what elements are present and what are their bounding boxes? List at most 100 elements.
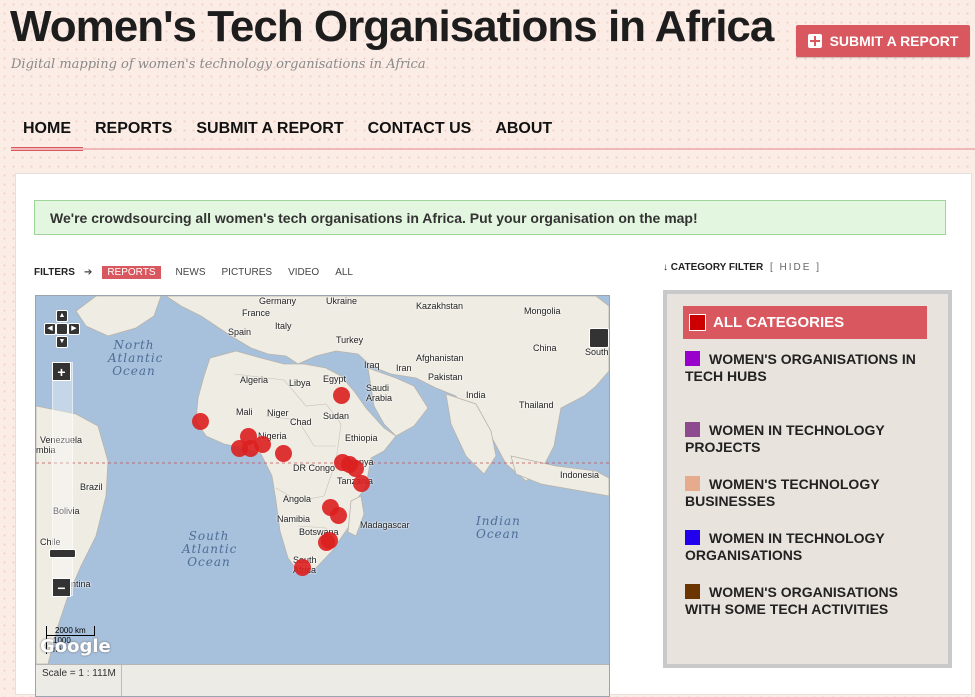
category-filter-hide[interactable]: [ HIDE ]	[770, 262, 821, 273]
category-swatch-tech-businesses	[685, 476, 700, 491]
map-label-algeria: Algeria	[240, 375, 269, 385]
category-swatch-tech-organisations	[685, 530, 700, 545]
pan-left-icon[interactable]: ◀	[44, 323, 56, 335]
ocean-label-indian: Indian Ocean	[476, 514, 521, 541]
zoom-out-button[interactable]: −	[52, 578, 71, 597]
category-label: WOMEN IN TECHNOLOGY PROJECTS	[685, 422, 885, 455]
reports-map[interactable]: Germany Ukraine Kazakhstan France Italy …	[35, 295, 610, 697]
ocean-label-north-atlantic: North Atlantic Ocean	[108, 338, 164, 378]
category-filter-title: CATEGORY FILTER	[670, 262, 764, 273]
map-label-thailand: Thailand	[519, 400, 554, 410]
map-label-ethiopia: Ethiopia	[345, 433, 378, 443]
report-marker[interactable]	[330, 507, 347, 524]
map-label-kazakhstan: Kazakhstan	[416, 301, 464, 311]
category-filter-panel: ALL CATEGORIES WOMEN'S ORGANISATIONS IN …	[663, 290, 952, 668]
map-label-sudan: Sudan	[323, 411, 350, 421]
map-label-iraq: Iraq	[364, 360, 380, 370]
zoom-in-button[interactable]: +	[52, 362, 71, 381]
map-label-india: India	[466, 390, 486, 400]
nav-divider	[11, 148, 975, 150]
map-label-dr-congo: DR Congo	[293, 463, 336, 473]
report-marker[interactable]	[294, 559, 311, 576]
report-marker[interactable]	[275, 445, 292, 462]
map-scale-text: Scale = 1 : 111M	[42, 668, 116, 679]
category-tech-projects[interactable]: WOMEN IN TECHNOLOGY PROJECTS	[685, 422, 929, 456]
map-label-ukraine: Ukraine	[326, 296, 358, 306]
submit-report-button[interactable]: SUBMIT A REPORT	[796, 25, 970, 57]
nav-contact-us[interactable]: CONTACT US	[356, 111, 484, 142]
google-logo: Google	[40, 636, 111, 657]
arrow-down-icon: ↓	[663, 262, 668, 273]
category-swatch-tech-hubs	[685, 351, 700, 366]
category-label: WOMEN IN TECHNOLOGY ORGANISATIONS	[685, 530, 885, 563]
filters-bar: FILTERS ➔ REPORTS NEWS PICTURES VIDEO AL…	[34, 266, 369, 279]
map-label-niger: Niger	[267, 408, 289, 418]
submit-report-label: SUBMIT A REPORT	[829, 33, 959, 49]
map-label-turkey: Turkey	[336, 335, 364, 345]
map-label-egypt: Egypt	[323, 374, 347, 384]
nav-about[interactable]: ABOUT	[483, 111, 564, 142]
map-label-brazil: Brazil	[80, 482, 103, 492]
category-swatch-some-tech-activities	[685, 584, 700, 599]
map-label-germany: Germany	[259, 296, 297, 306]
report-marker[interactable]	[192, 413, 209, 430]
report-marker[interactable]	[333, 387, 350, 404]
category-swatch-tech-projects	[685, 422, 700, 437]
map-label-indonesia: Indonesia	[560, 470, 600, 480]
category-label: WOMEN'S ORGANISATIONS IN TECH HUBS	[685, 351, 916, 384]
site-tagline: Digital mapping of women's technology or…	[11, 57, 426, 72]
filter-reports[interactable]: REPORTS	[102, 266, 161, 279]
crowdsourcing-notice: We're crowdsourcing all women's tech org…	[34, 200, 946, 235]
map-label-madagascar: Madagascar	[360, 520, 410, 530]
pan-control[interactable]: ▲ ◀ ▶ ▼	[44, 310, 80, 350]
category-tech-organisations[interactable]: WOMEN IN TECHNOLOGY ORGANISATIONS	[685, 530, 929, 564]
pan-center-icon[interactable]	[56, 323, 68, 335]
plus-icon	[807, 34, 822, 48]
map-label-angola: Angola	[283, 494, 312, 504]
category-tech-businesses[interactable]: WOMEN'S TECHNOLOGY BUSINESSES	[685, 476, 929, 510]
map-label-iran: Iran	[396, 363, 412, 373]
main-nav: HOME REPORTS SUBMIT A REPORT CONTACT US …	[11, 111, 564, 151]
ocean-label-south-atlantic: South Atlantic Ocean	[182, 529, 238, 569]
category-label: ALL CATEGORIES	[713, 314, 845, 331]
pan-up-icon[interactable]: ▲	[56, 310, 68, 322]
arrow-right-icon: ➔	[83, 267, 93, 278]
map-label-afghanistan: Afghanistan	[416, 353, 464, 363]
map-label-italy: Italy	[275, 321, 292, 331]
report-marker[interactable]	[341, 456, 358, 473]
nav-reports[interactable]: REPORTS	[83, 111, 184, 142]
report-marker[interactable]	[353, 475, 370, 492]
report-marker[interactable]	[254, 436, 271, 453]
map-footer-divider	[121, 665, 122, 696]
filter-video[interactable]: VIDEO	[288, 267, 319, 278]
map-label-china: China	[533, 343, 557, 353]
filter-all[interactable]: ALL	[335, 267, 353, 278]
site-title[interactable]: Women's Tech Organisations in Africa	[10, 2, 774, 52]
map-label-saudi-arabia: Saudi Arabia	[366, 383, 393, 403]
zoom-slider-handle[interactable]	[49, 549, 76, 558]
category-swatch-all	[689, 314, 706, 331]
category-tech-hubs[interactable]: WOMEN'S ORGANISATIONS IN TECH HUBS	[685, 351, 929, 385]
main-content: We're crowdsourcing all women's tech org…	[15, 173, 972, 697]
layer-switcher-icon[interactable]	[589, 328, 609, 348]
pan-down-icon[interactable]: ▼	[56, 336, 68, 348]
map-label-south-partial: South	[585, 347, 609, 357]
report-marker[interactable]	[318, 534, 335, 551]
nav-submit-report[interactable]: SUBMIT A REPORT	[184, 111, 355, 142]
pan-right-icon[interactable]: ▶	[68, 323, 80, 335]
filter-pictures[interactable]: PICTURES	[222, 267, 273, 278]
nav-home[interactable]: HOME	[11, 111, 83, 151]
zoom-slider-track[interactable]	[52, 362, 73, 596]
filters-label: FILTERS	[34, 267, 75, 278]
map-label-mali: Mali	[236, 407, 253, 417]
category-filter-header: ↓ CATEGORY FILTER [ HIDE ]	[663, 262, 821, 273]
map-label-spain: Spain	[228, 327, 252, 337]
category-all[interactable]: ALL CATEGORIES	[683, 306, 927, 339]
map-footer: Scale = 1 : 111M	[36, 664, 609, 696]
map-label-libya: Libya	[289, 378, 311, 388]
category-label: WOMEN'S TECHNOLOGY BUSINESSES	[685, 476, 880, 509]
category-some-tech-activities[interactable]: WOMEN'S ORGANISATIONS WITH SOME TECH ACT…	[685, 584, 929, 618]
map-label-chad: Chad	[290, 417, 312, 427]
scale-km-label: 2000 km	[46, 626, 95, 636]
filter-news[interactable]: NEWS	[176, 267, 206, 278]
